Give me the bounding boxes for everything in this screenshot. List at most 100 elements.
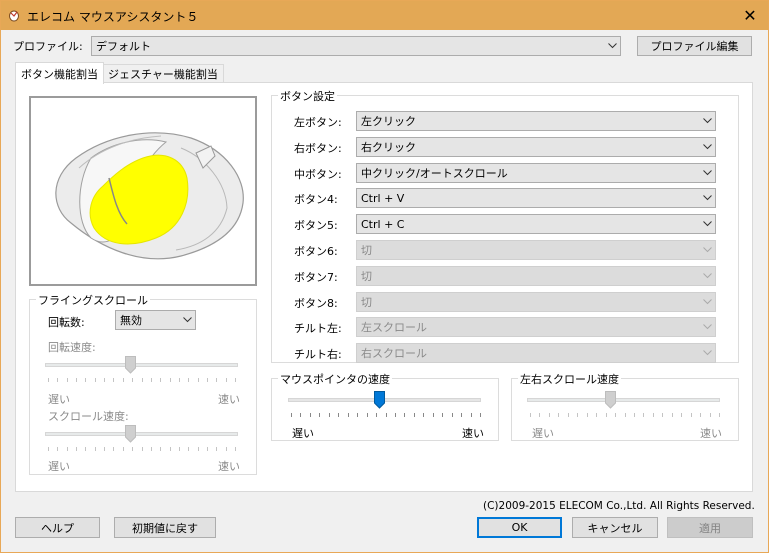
slider-tick — [132, 447, 134, 451]
hscroll-speed-slider[interactable] — [527, 398, 720, 402]
button-row-value: 切 — [361, 244, 372, 257]
slider-tick — [366, 413, 368, 417]
slider-tick — [104, 378, 106, 382]
slider-tick — [197, 447, 199, 451]
slider-tick — [442, 413, 444, 417]
button-row-value: Ctrl + C — [361, 217, 405, 231]
pointer-speed-slow: 遅い — [292, 427, 314, 440]
slider-tick — [700, 413, 702, 417]
copyright-text: (C)2009-2015 ELECOM Co.,Ltd. All Rights … — [483, 500, 755, 512]
button-row-value: 左クリック — [361, 115, 416, 128]
slider-tick — [169, 447, 171, 451]
hscroll-speed-fast: 速い — [700, 427, 722, 440]
chevron-down-icon — [699, 189, 715, 207]
scroll-speed-slider[interactable] — [45, 432, 238, 436]
slider-tick — [66, 447, 68, 451]
slider-tick — [85, 447, 87, 451]
slider-tick — [404, 413, 406, 417]
profile-label: プロファイル: — [13, 40, 83, 53]
button-row-select[interactable]: Ctrl + C — [356, 214, 716, 235]
slider-tick — [150, 447, 152, 451]
rotation-select[interactable]: 無効 — [115, 310, 196, 330]
ok-button[interactable]: OK — [477, 517, 562, 538]
slider-tick — [480, 413, 481, 417]
slider-tick — [76, 378, 78, 382]
flying-scroll-title: フライングスクロール — [36, 292, 150, 308]
slider-tick — [85, 378, 87, 382]
rotation-speed-slider[interactable] — [45, 363, 238, 367]
button-row-value: 左スクロール — [361, 321, 427, 335]
slider-tick — [122, 378, 124, 382]
chevron-down-icon — [699, 318, 715, 336]
button-row-select[interactable]: 切 — [356, 265, 716, 286]
tab-button-assign[interactable]: ボタン機能割当 — [15, 62, 104, 84]
pointer-speed-thumb[interactable] — [374, 391, 385, 409]
button-row-label: チルト右: — [294, 348, 342, 362]
profile-edit-button[interactable]: プロファイル編集 — [637, 36, 752, 56]
slider-tick — [57, 378, 59, 382]
button-row-select[interactable]: Ctrl + V — [356, 188, 716, 209]
slider-tick — [197, 378, 199, 382]
button-row-select[interactable]: 左スクロール — [356, 317, 716, 338]
slider-tick — [216, 378, 218, 382]
slider-tick — [328, 413, 330, 417]
tab-panel: フライングスクロール 回転数: 無効 回転速度: 遅い 速い スクロール速度: … — [15, 82, 753, 492]
slider-tick — [225, 378, 227, 382]
app-window: エレコム マウスアシスタント５ ✕ プロファイル: デフォルト プロファイル編集… — [0, 0, 769, 553]
button-row-value: 切 — [361, 269, 372, 283]
rotation-speed-ticks — [48, 378, 236, 384]
chevron-down-icon — [604, 37, 620, 55]
slider-tick — [577, 413, 579, 417]
rotation-speed-fast: 速い — [218, 393, 240, 406]
slider-tick — [160, 447, 162, 451]
slider-tick — [643, 413, 645, 417]
scroll-speed-ticks — [48, 447, 236, 453]
slider-tick — [681, 413, 683, 417]
hscroll-speed-thumb[interactable] — [605, 391, 616, 409]
slider-tick — [338, 413, 340, 417]
button-row-select[interactable]: 左クリック — [356, 111, 716, 131]
mouse-illustration — [55, 132, 244, 260]
slider-tick — [169, 378, 171, 382]
slider-tick — [113, 378, 115, 382]
hscroll-speed-group: 左右スクロール速度 遅い 速い — [511, 371, 739, 441]
scroll-speed-thumb[interactable] — [125, 425, 136, 443]
close-button[interactable]: ✕ — [732, 1, 768, 30]
tab-gesture-assign[interactable]: ジェスチャー機能割当 — [102, 64, 224, 84]
slider-tick — [300, 413, 302, 417]
button-row-select[interactable]: 切 — [356, 291, 716, 312]
slider-tick — [113, 447, 115, 451]
slider-tick — [206, 378, 208, 382]
slider-tick — [309, 413, 311, 417]
slider-tick — [624, 413, 626, 417]
profile-select[interactable]: デフォルト — [91, 36, 621, 56]
chevron-down-icon — [699, 138, 715, 156]
flying-scroll-group: フライングスクロール 回転数: 無効 回転速度: 遅い 速い スクロール速度: … — [29, 292, 257, 475]
slider-tick — [394, 413, 396, 417]
button-row-value: Ctrl + V — [361, 191, 405, 205]
button-row-select[interactable]: 右クリック — [356, 136, 716, 157]
chevron-down-icon — [179, 311, 195, 329]
slider-tick — [141, 447, 143, 451]
button-row-select[interactable]: 切 — [356, 240, 716, 260]
slider-tick — [586, 413, 588, 417]
slider-tick — [206, 447, 208, 451]
hscroll-speed-ticks — [530, 413, 720, 419]
button-row-select[interactable]: 中クリック/オートスクロール — [356, 162, 716, 183]
window-title: エレコム マウスアシスタント５ — [27, 10, 199, 24]
slider-tick — [423, 413, 425, 417]
apply-button[interactable]: 適用 — [667, 517, 753, 538]
button-row-select[interactable]: 右スクロール — [356, 343, 716, 364]
rotation-speed-thumb[interactable] — [125, 356, 136, 374]
slider-tick — [671, 413, 673, 417]
button-row-label: ボタン7: — [294, 270, 338, 284]
slider-tick — [530, 413, 531, 417]
pointer-speed-title: マウスポインタの速度 — [278, 371, 392, 387]
chevron-down-icon — [699, 293, 715, 311]
slider-tick — [470, 413, 472, 417]
cancel-button[interactable]: キャンセル — [572, 517, 658, 538]
slider-tick — [376, 413, 378, 417]
reset-defaults-button[interactable]: 初期値に戻す — [114, 517, 216, 538]
slider-tick — [605, 413, 607, 417]
help-button[interactable]: ヘルプ — [15, 517, 100, 538]
